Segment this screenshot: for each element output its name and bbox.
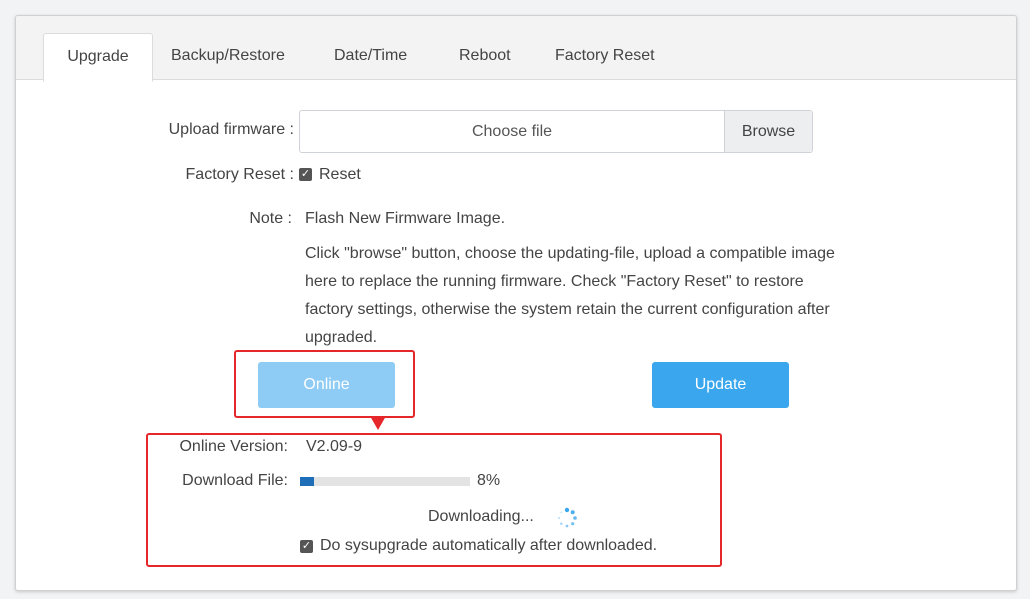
tab-backup-restore[interactable]: Backup/Restore — [171, 33, 285, 79]
update-button[interactable]: Update — [652, 362, 789, 408]
browse-button[interactable]: Browse — [724, 111, 812, 152]
download-file-label: Download File: — [182, 472, 288, 489]
note-body: Click "browse" button, choose the updati… — [305, 245, 835, 346]
online-version-label: Online Version: — [179, 438, 288, 455]
online-version-value: V2.09-9 — [306, 438, 363, 455]
tab-upgrade[interactable]: Upgrade — [43, 33, 153, 82]
download-progress-fill — [300, 477, 314, 486]
tab-bar: Upgrade Backup/Restore Date/Time Reboot … — [16, 16, 1016, 82]
download-status: Downloading... — [428, 508, 534, 525]
auto-sysupgrade-label: Do sysupgrade automatically after downlo… — [320, 537, 658, 554]
note-title: Flash New Firmware Image. — [305, 210, 506, 227]
upload-firmware-label: Upload firmware : — [168, 121, 294, 138]
system-panel: Upgrade Backup/Restore Date/Time Reboot … — [15, 15, 1017, 591]
tab-factory-reset[interactable]: Factory Reset — [555, 33, 655, 79]
tab-date-time[interactable]: Date/Time — [334, 33, 407, 79]
loading-spinner-icon — [558, 507, 577, 528]
note-label: Note : — [249, 210, 292, 227]
file-placeholder[interactable]: Choose file — [300, 111, 724, 152]
online-button-highlight — [234, 350, 415, 418]
download-progress-text: 8% — [477, 472, 501, 489]
reset-checkbox-label: Reset — [319, 166, 361, 183]
reset-checkbox[interactable]: ✓ — [299, 168, 312, 181]
firmware-file-input[interactable]: Choose file Browse — [299, 110, 813, 153]
auto-sysupgrade-checkbox[interactable]: ✓ — [300, 540, 313, 553]
download-progress-bar — [300, 477, 470, 486]
factory-reset-label: Factory Reset : — [185, 166, 294, 183]
tab-reboot[interactable]: Reboot — [459, 33, 511, 79]
